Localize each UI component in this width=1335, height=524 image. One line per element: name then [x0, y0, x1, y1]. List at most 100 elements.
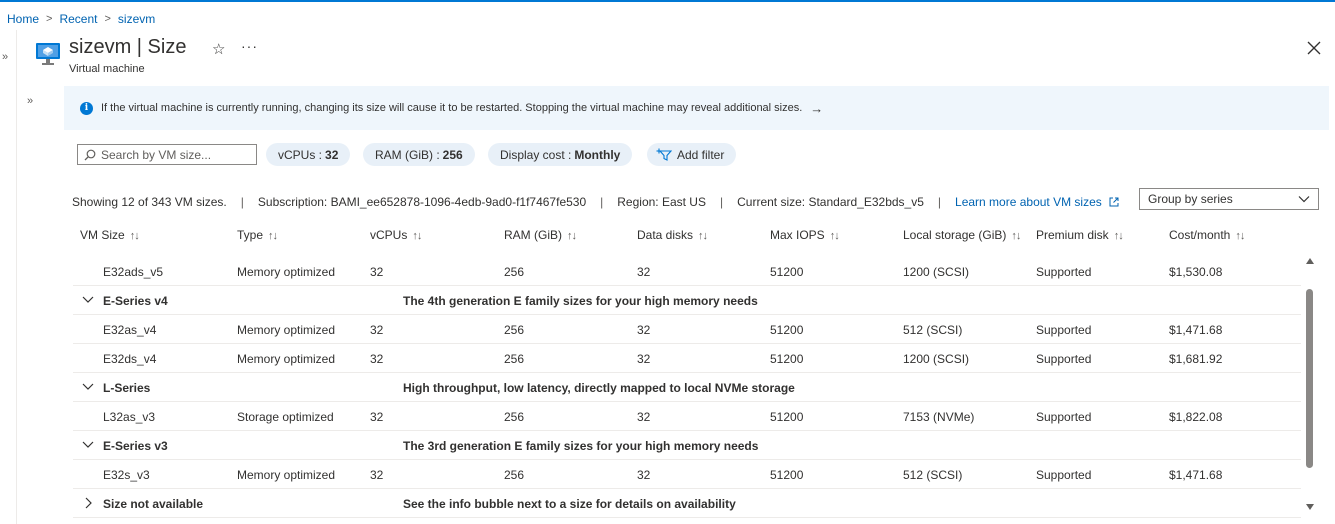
left-rail: »: [0, 30, 17, 524]
cell-data-disks: 32: [637, 468, 651, 482]
learn-more-link[interactable]: Learn more about VM sizes: [955, 195, 1119, 209]
column-header-label: Data disks: [637, 228, 694, 242]
expand-sidebar-icon[interactable]: »: [2, 51, 8, 63]
column-header-label: Cost/month: [1169, 228, 1231, 242]
cell-ram: 256: [504, 352, 525, 366]
sort-icon[interactable]: ↑↓: [830, 230, 840, 242]
chevron-down-icon[interactable]: [81, 380, 95, 394]
search-input[interactable]: [101, 147, 251, 162]
sort-icon[interactable]: ↑↓: [1114, 230, 1124, 242]
cell-ram: 256: [504, 410, 525, 424]
chevron-down-icon[interactable]: [81, 438, 95, 452]
learn-more-label: Learn more about VM sizes: [955, 195, 1102, 209]
column-header-max-iops[interactable]: Max IOPS ↑↓: [770, 228, 840, 242]
scroll-up-arrow-icon[interactable]: [1306, 258, 1314, 264]
cell-premium-disk: Supported: [1036, 468, 1092, 482]
chevron-right-icon[interactable]: [81, 496, 95, 510]
breadcrumb-separator: >: [46, 13, 53, 25]
group-row[interactable]: E-Series v3 The 3rd generation E family s…: [73, 431, 1301, 460]
group-row[interactable]: E-Series v4 The 4th generation E family s…: [73, 286, 1301, 315]
column-header-ram[interactable]: RAM (GiB) ↑↓: [504, 228, 577, 242]
breadcrumb-recent[interactable]: Recent: [59, 12, 97, 26]
scroll-down-arrow-icon[interactable]: [1306, 504, 1314, 510]
cell-ram: 256: [504, 265, 525, 279]
column-header-type[interactable]: Type ↑↓: [237, 228, 278, 242]
column-header-data-disks[interactable]: Data disks ↑↓: [637, 228, 708, 242]
group-by-dropdown[interactable]: Group by series: [1139, 188, 1319, 210]
more-options-icon[interactable]: ···: [241, 38, 258, 54]
cell-type: Memory optimized: [237, 468, 336, 482]
cell-vcpus: 32: [370, 323, 384, 337]
group-row[interactable]: L-Series High throughput, low latency, di…: [73, 373, 1301, 402]
column-header-label: Max IOPS: [770, 228, 825, 242]
table-scrollbar[interactable]: [1303, 255, 1316, 524]
column-header-label: vCPUs: [370, 228, 408, 242]
cell-vcpus: 32: [370, 468, 384, 482]
info-text: If the virtual machine is currently runn…: [101, 102, 803, 114]
display-cost-pill[interactable]: Display cost : Monthly: [488, 143, 633, 166]
cell-vm-size: E32s_v3: [103, 468, 150, 482]
expand-menu-icon[interactable]: »: [27, 95, 33, 107]
sort-icon[interactable]: ↑↓: [412, 230, 422, 242]
search-icon: [84, 149, 96, 160]
cell-local-storage: 7153 (NVMe): [903, 410, 975, 424]
cell-ram: 256: [504, 468, 525, 482]
column-header-vcpus[interactable]: vCPUs ↑↓: [370, 228, 422, 242]
breadcrumb-current[interactable]: sizevm: [118, 12, 155, 26]
cell-local-storage: 512 (SCSI): [903, 323, 963, 337]
breadcrumb-home[interactable]: Home: [7, 12, 39, 26]
column-header-label: Premium disk: [1036, 228, 1109, 242]
close-icon[interactable]: [1306, 40, 1322, 56]
cell-max-iops: 51200: [770, 468, 804, 482]
page-subtitle: Virtual machine: [69, 63, 145, 75]
cell-max-iops: 51200: [770, 352, 804, 366]
sort-icon[interactable]: ↑↓: [1011, 230, 1021, 242]
region-text: Region: East US: [617, 195, 706, 209]
cell-vcpus: 32: [370, 410, 384, 424]
ram-filter-pill[interactable]: RAM (GiB) :256: [363, 143, 475, 166]
search-box[interactable]: [77, 144, 257, 165]
cell-type: Memory optimized: [237, 352, 336, 366]
group-name: E-Series v4: [103, 294, 168, 308]
add-filter-button[interactable]: Add filter: [647, 143, 737, 166]
cell-local-storage: 1200 (SCSI): [903, 352, 970, 366]
group-description: See the info bubble next to a size for d…: [403, 497, 736, 511]
group-by-selected: Group by series: [1148, 192, 1233, 206]
cell-vm-size: E32ads_v5: [103, 265, 164, 279]
table-row[interactable]: E32ads_v5 Memory optimized 32 256 32 51200 120…: [73, 257, 1301, 286]
sort-icon[interactable]: ↑↓: [130, 230, 140, 242]
chevron-down-icon[interactable]: [81, 293, 95, 307]
column-header-premium-disk[interactable]: Premium disk ↑↓: [1036, 228, 1124, 242]
cell-type: Memory optimized: [237, 323, 336, 337]
display-cost-value: Monthly: [574, 147, 621, 162]
table-row[interactable]: E32as_v4 Memory optimized 32 256 32 51200 512 …: [73, 315, 1301, 344]
page-title: sizevm | Size: [69, 36, 187, 58]
vcpus-filter-pill[interactable]: vCPUs :32: [266, 143, 351, 166]
column-header-cost-month[interactable]: Cost/month ↑↓: [1169, 228, 1245, 242]
group-row[interactable]: Size not available See the info bubble ne…: [73, 489, 1301, 518]
group-description: High throughput, low latency, directly m…: [403, 381, 795, 395]
sort-icon[interactable]: ↑↓: [698, 230, 708, 242]
sort-icon[interactable]: ↑↓: [567, 230, 577, 242]
table-row[interactable]: E32s_v3 Memory optimized 32 256 32 51200 512 (…: [73, 460, 1301, 489]
subscription-text: Subscription: BAMI_ee652878-1096-4edb-9a…: [257, 195, 587, 209]
breadcrumb-separator: >: [104, 13, 111, 25]
cell-data-disks: 32: [637, 265, 651, 279]
cell-data-disks: 32: [637, 323, 651, 337]
table-row[interactable]: E32ds_v4 Memory optimized 32 256 32 51200 1200…: [73, 344, 1301, 373]
favorite-star-icon[interactable]: ☆: [212, 40, 225, 58]
column-header-vm-size[interactable]: VM Size ↑↓: [80, 228, 140, 242]
sort-icon[interactable]: ↑↓: [1235, 230, 1245, 242]
cell-data-disks: 32: [637, 352, 651, 366]
sort-icon[interactable]: ↑↓: [268, 230, 278, 242]
column-header-local-storage[interactable]: Local storage (GiB) ↑↓: [903, 228, 1021, 242]
group-description: The 3rd generation E family sizes for yo…: [403, 439, 759, 453]
vcpus-filter-label: vCPUs :: [278, 147, 323, 162]
cell-local-storage: 512 (SCSI): [903, 468, 963, 482]
summary-separator: |: [937, 195, 942, 209]
arrow-right-icon[interactable]: →: [810, 101, 823, 116]
cell-max-iops: 51200: [770, 265, 804, 279]
scroll-thumb[interactable]: [1306, 289, 1313, 468]
cell-ram: 256: [504, 323, 525, 337]
table-row[interactable]: L32as_v3 Storage optimized 32 256 32 51200 715…: [73, 402, 1301, 431]
